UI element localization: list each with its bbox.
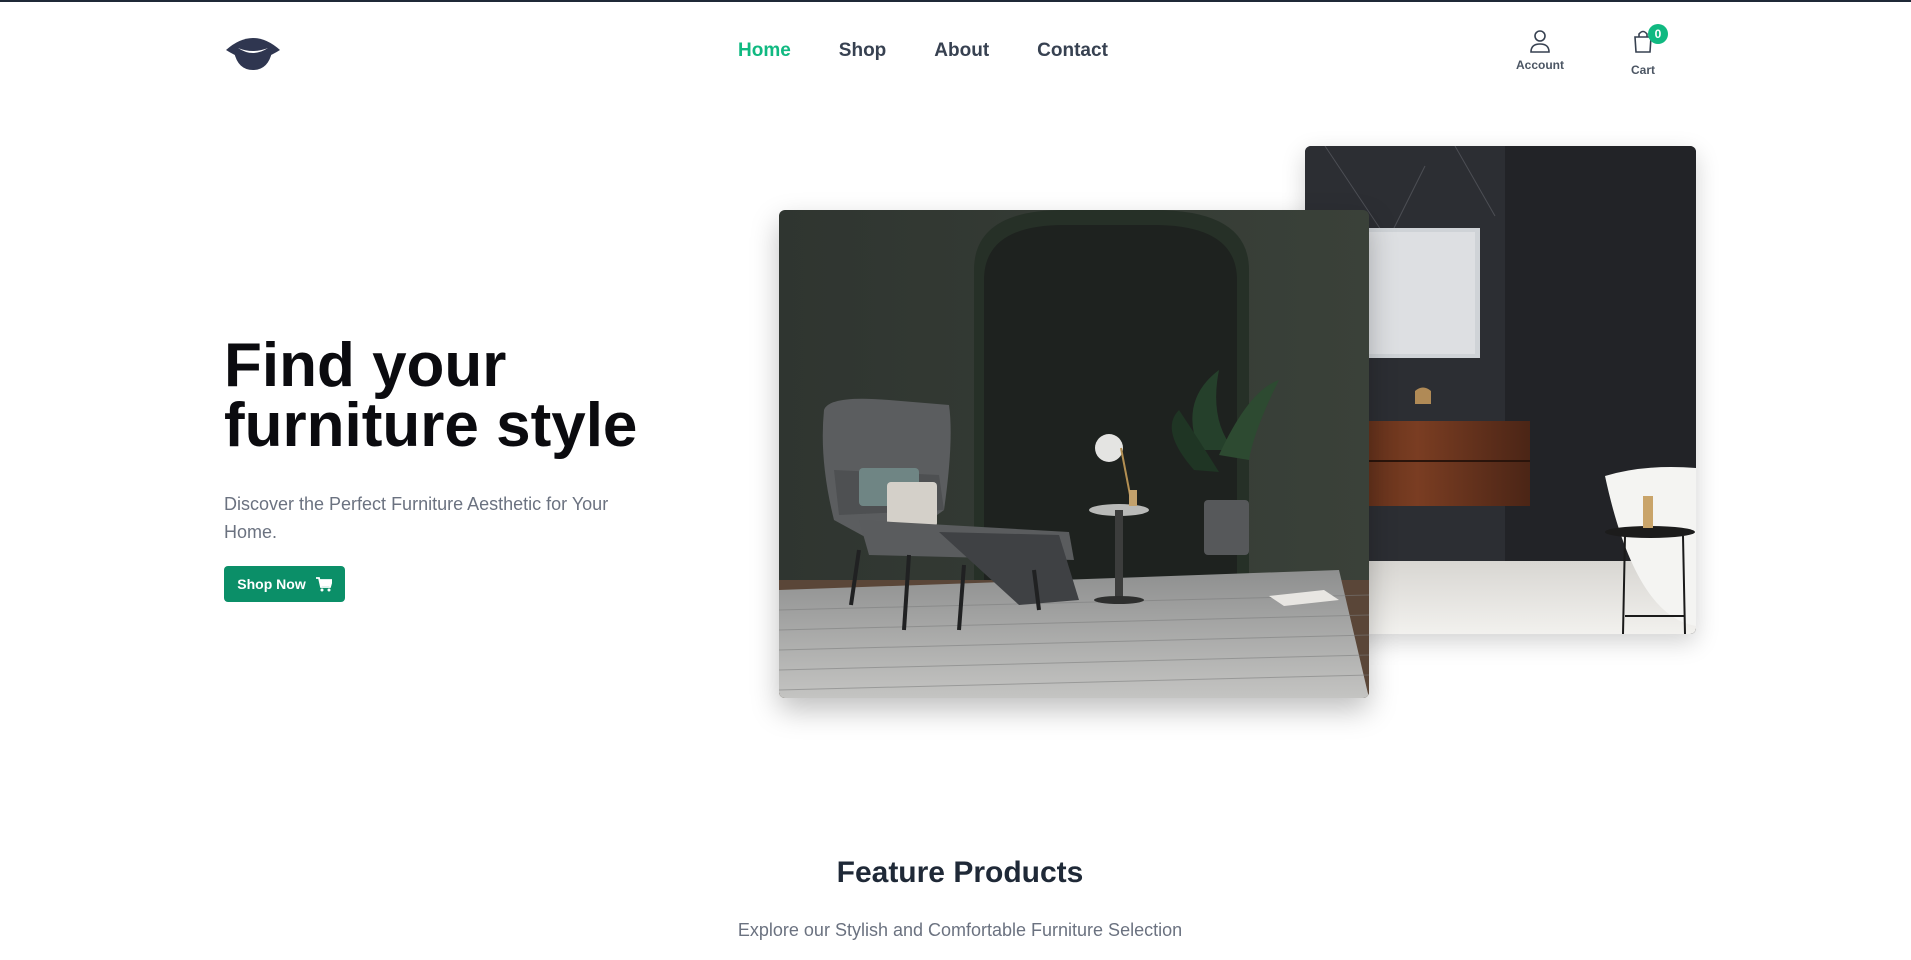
nav-home[interactable]: Home (738, 40, 791, 62)
cart-count-badge: 0 (1648, 24, 1668, 44)
cart-button[interactable]: 0 Cart (1630, 24, 1668, 77)
hero-title: Find your furniture style (224, 335, 684, 457)
featured-products-subtitle: Explore our Stylish and Comfortable Furn… (737, 920, 1183, 940)
shop-now-button[interactable]: Shop Now (224, 566, 345, 602)
shop-now-label: Shop Now (237, 576, 306, 592)
cart-icon (315, 576, 332, 591)
site-header: Home Shop About Contact Account 0 Cart (0, 2, 1911, 98)
featured-products-title: Feature Products (836, 856, 1084, 889)
account-label: Account (1516, 58, 1564, 72)
hero-title-line-2: furniture style (224, 391, 638, 460)
living-room-hero-image (779, 210, 1369, 698)
bowl-logo-icon[interactable] (224, 30, 282, 74)
hero-title-line-1: Find your (224, 331, 507, 400)
main-nav: Home Shop About Contact (738, 40, 1108, 62)
account-button[interactable]: Account (1516, 28, 1564, 72)
cart-label: Cart (1630, 63, 1655, 77)
user-icon (1530, 30, 1550, 53)
nav-about[interactable]: About (934, 40, 989, 62)
nav-shop[interactable]: Shop (839, 40, 887, 62)
nav-contact[interactable]: Contact (1037, 40, 1108, 62)
hero-subtitle: Discover the Perfect Furniture Aesthetic… (224, 494, 609, 542)
